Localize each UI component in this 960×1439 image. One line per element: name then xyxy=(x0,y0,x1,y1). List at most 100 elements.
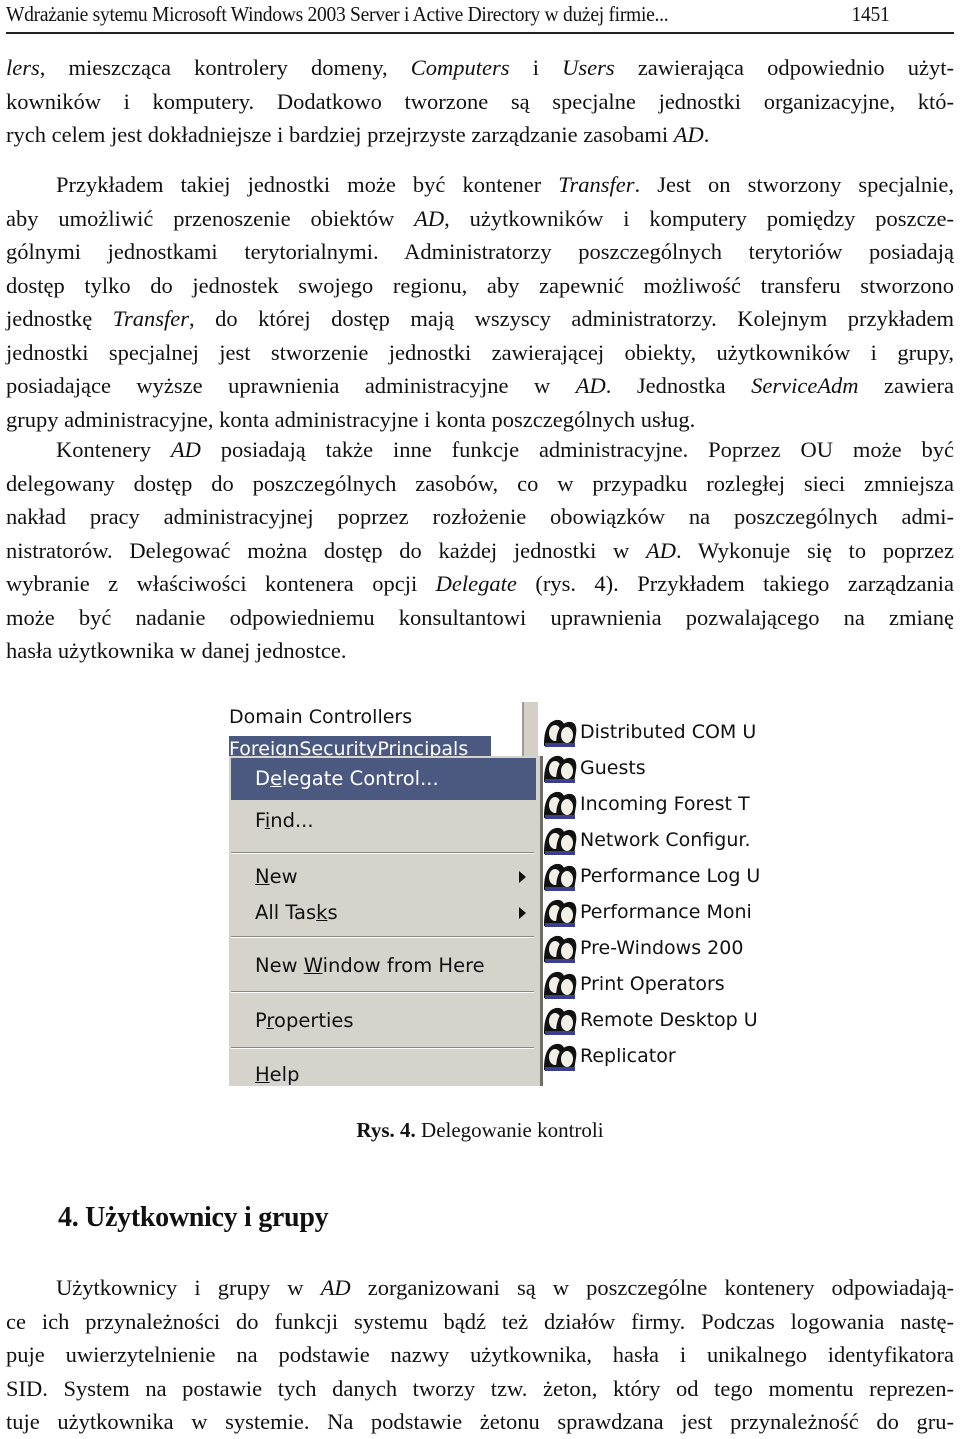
text-line: nistratorów. Delegować można dostęp do k… xyxy=(6,534,954,568)
text-line: puje uwierzytelnienie na podstawie nazwy… xyxy=(6,1338,954,1372)
group-list-item[interactable]: Performance Log U xyxy=(542,858,760,894)
text-run: SID. System na postawie tych danych twor… xyxy=(6,1375,954,1401)
submenu-arrow-icon xyxy=(519,907,526,919)
text-run: . Wykonuje się to poprzez xyxy=(675,537,955,563)
menu-item-label: e xyxy=(270,767,283,790)
menu-item-label: All Tas xyxy=(255,901,317,924)
text-line: gólnymi jednostkami terytorialnymi. Admi… xyxy=(6,235,954,269)
text-run: jednostki specjalnej jest stworzenie jed… xyxy=(6,339,954,365)
text-run: nistratorów. Delegować można dostęp do k… xyxy=(6,537,646,563)
group-name: Performance Log U xyxy=(580,865,761,887)
text-run: kowników i komputery. Dodatkowo tworzone… xyxy=(6,88,954,114)
group-users-icon xyxy=(542,932,578,964)
text-line: SID. System na postawie tych danych twor… xyxy=(6,1372,954,1406)
menu-item[interactable]: All Tasks xyxy=(231,892,536,934)
text-run: dostęp tylko do jednostek swojego region… xyxy=(6,272,954,298)
group-name: Guests xyxy=(580,757,646,779)
menu-item[interactable]: Delegate Control... xyxy=(231,758,536,800)
group-users-icon xyxy=(542,1004,578,1036)
text-line: ce ich przynależności do funkcji systemu… xyxy=(6,1305,954,1339)
italic-term: Computers xyxy=(410,55,510,80)
menu-item[interactable]: Find... xyxy=(231,800,536,842)
submenu-arrow-icon xyxy=(519,871,526,883)
text-run: posiadające wyższe uprawnienia administr… xyxy=(6,373,576,398)
text-line: rych celem jest dokładniejsze i bardziej… xyxy=(6,118,954,152)
text-run: zorganizowani są w poszczególne kontener… xyxy=(350,1275,955,1300)
group-list-item[interactable]: Replicator xyxy=(542,1038,676,1074)
text-line: tuje użytkownika w systemie. Na podstawi… xyxy=(6,1405,954,1439)
text-run: grupy administracyjne, konta administrac… xyxy=(6,406,696,432)
menu-item-label: New xyxy=(255,954,304,977)
text-line: Przykładem takiej jednostki może być kon… xyxy=(6,168,954,202)
italic-term: AD xyxy=(673,122,704,147)
group-list-item[interactable]: Network Configur. xyxy=(542,822,750,858)
italic-term: AD xyxy=(414,205,445,231)
menu-item-label: H xyxy=(255,1063,270,1086)
menu-separator xyxy=(231,991,534,993)
group-users-icon xyxy=(542,860,578,892)
text-line: lers, mieszcząca kontrolery domeny, Comp… xyxy=(6,51,954,85)
text-line: może być nadanie odpowiedniemu konsultan… xyxy=(6,601,954,635)
italic-term: ServiceAdm xyxy=(751,373,859,398)
text-run: Kontenery xyxy=(56,437,171,462)
menu-item-label: k xyxy=(316,901,328,924)
italic-term: Transfer xyxy=(558,172,635,197)
text-line: posiadające wyższe uprawnienia administr… xyxy=(6,369,954,403)
italic-term: AD xyxy=(645,537,676,563)
menu-item[interactable]: Help xyxy=(231,1054,536,1086)
group-list-item[interactable]: Remote Desktop U xyxy=(542,1002,758,1038)
menu-separator xyxy=(231,936,534,938)
menu-item[interactable]: New Window from Here xyxy=(231,945,536,987)
menu-item-label: P xyxy=(255,1009,267,1032)
group-users-icon xyxy=(542,716,578,748)
group-name: Incoming Forest T xyxy=(580,793,750,815)
text-run: aby umożliwić przenoszenie obiektów xyxy=(6,205,415,231)
group-list-pane: Distributed COM U Guests Incoming Forest T… xyxy=(538,702,765,1086)
caption-text: Delegowanie kontroli xyxy=(415,1118,604,1142)
paragraph-2: Przykładem takiej jednostki może być kon… xyxy=(6,168,954,436)
text-run: . xyxy=(703,122,710,147)
menu-separator xyxy=(231,1047,534,1049)
text-line: aby umożliwić przenoszenie obiektów AD, … xyxy=(6,202,954,236)
group-list-item[interactable]: Pre-Windows 200 xyxy=(542,930,743,966)
menu-item[interactable]: Properties xyxy=(231,1000,536,1042)
group-name: Pre-Windows 200 xyxy=(580,937,744,959)
text-line: jednostkę Transfer, do której dostęp maj… xyxy=(6,302,954,336)
italic-term: Users xyxy=(562,55,615,80)
italic-term: AD xyxy=(170,437,201,462)
text-run: puje uwierzytelnienie na podstawie nazwy… xyxy=(6,1342,954,1367)
menu-item-label: operties xyxy=(274,1009,354,1032)
group-users-icon xyxy=(542,896,578,928)
group-list-item[interactable]: Print Operators xyxy=(542,966,725,1002)
group-users-icon xyxy=(542,968,578,1000)
italic-term: Transfer xyxy=(112,306,190,331)
text-run: jednostkę xyxy=(6,306,113,331)
group-name: Distributed COM U xyxy=(580,721,757,743)
group-users-icon xyxy=(542,1040,578,1072)
text-run: delegowany dostęp do poszczególnych zaso… xyxy=(6,470,954,496)
text-run: nakład pracy administracyjnej poprzez ro… xyxy=(6,504,954,529)
tree-item[interactable]: Domain Controllers xyxy=(229,704,412,730)
group-name: Print Operators xyxy=(580,973,725,995)
tree-item[interactable]: ForeignSecurityPrincipals xyxy=(229,736,491,756)
header-rule xyxy=(6,32,954,34)
menu-item-label: D xyxy=(255,767,271,790)
text-run: . Jednostka xyxy=(605,373,752,398)
group-list-item[interactable]: Distributed COM U xyxy=(542,714,756,750)
text-run: (rys. 4). Przykładem takiego zarządzania xyxy=(516,571,955,596)
menu-item-label: r xyxy=(266,1009,275,1032)
text-run: hasła użytkownika w danej jednostce. xyxy=(6,638,347,663)
menu-item-label: ew xyxy=(269,865,298,888)
text-line: delegowany dostęp do poszczególnych zaso… xyxy=(6,467,954,501)
text-run: Przykładem takiej jednostki może być kon… xyxy=(56,172,559,197)
group-users-icon xyxy=(542,752,578,784)
group-list-item[interactable]: Guests xyxy=(542,750,646,786)
text-line: jednostki specjalnej jest stworzenie jed… xyxy=(6,336,954,370)
group-list-item[interactable]: Incoming Forest T xyxy=(542,786,750,822)
text-run: , do której dostęp mają wszyscy administ… xyxy=(189,306,954,331)
group-name: Remote Desktop U xyxy=(580,1009,758,1031)
group-list-item[interactable]: Performance Moni xyxy=(542,894,752,930)
group-name: Performance Moni xyxy=(580,901,752,923)
text-run: gólnymi jednostkami terytorialnymi. Admi… xyxy=(6,239,954,264)
text-run: Użytkownicy i grupy w xyxy=(56,1275,321,1300)
